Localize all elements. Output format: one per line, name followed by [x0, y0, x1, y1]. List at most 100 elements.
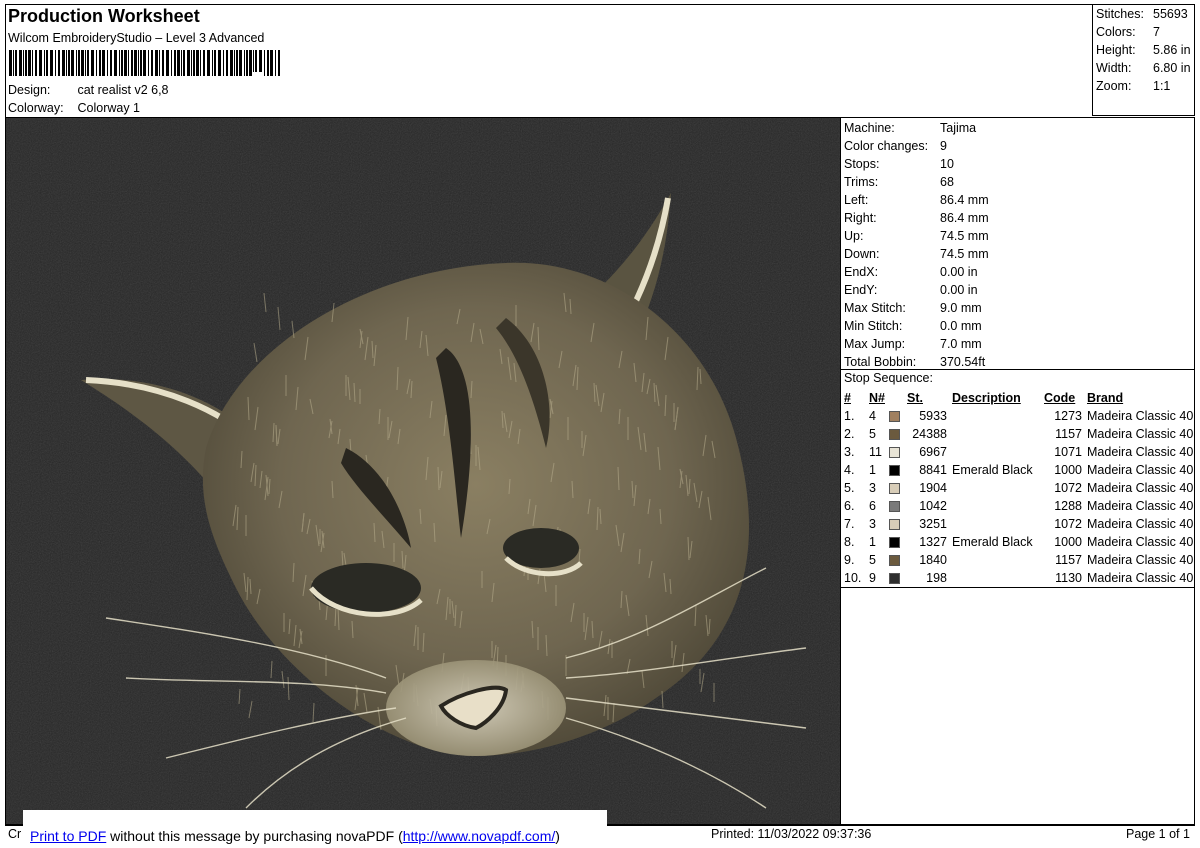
col-header-code: Code [1044, 391, 1076, 405]
detail-max-jump: Max Jump: 7.0 mm [844, 337, 982, 351]
row-brand: Madeira Classic 40 [1087, 571, 1194, 585]
row-brand: Madeira Classic 40 [1087, 481, 1194, 495]
row-swatch [889, 479, 907, 497]
row-brand: Madeira Classic 40 [1087, 535, 1194, 549]
row-code: 1288 [1054, 499, 1082, 513]
row-swatch [889, 497, 907, 515]
row-code: 1273 [1054, 409, 1082, 423]
color-swatch [889, 429, 900, 441]
row-stitches: 8841 [919, 463, 947, 477]
row-index: 6. [844, 499, 855, 513]
row-brand: Madeira Classic 40 [1087, 517, 1194, 531]
design-label: Design: [8, 83, 51, 97]
row-description [952, 569, 1044, 587]
row-stitches: 1840 [919, 553, 947, 567]
detail-min-stitch: Min Stitch: 0.0 mm [844, 319, 982, 333]
row-swatch [889, 515, 907, 533]
table-divider [841, 587, 1195, 588]
detail-endy: EndY: 0.00 in [844, 283, 978, 297]
table-row: 5. 3 1904 1072 Madeira Classic 40 [842, 479, 1193, 497]
color-swatch [889, 501, 900, 513]
row-description [952, 425, 1044, 443]
color-swatch [889, 573, 900, 585]
detail-down: Down: 74.5 mm [844, 247, 989, 261]
row-description: Emerald Black [952, 535, 1033, 549]
detail-left: Left: 86.4 mm [844, 193, 989, 207]
detail-right: Right: 86.4 mm [844, 211, 989, 225]
row-index: 4. [844, 463, 855, 477]
detail-max-stitch: Max Stitch: 9.0 mm [844, 301, 982, 315]
table-header-row: # N# St. Description Code Brand [842, 389, 1193, 407]
detail-endx: EndX: 0.00 in [844, 265, 978, 279]
row-stitches: 1042 [919, 499, 947, 513]
stop-sequence-table: # N# St. Description Code Brand 1. 4 5933 1… [842, 389, 1193, 587]
row-description [952, 515, 1044, 533]
row-swatch [889, 533, 907, 551]
row-description: Emerald Black [952, 463, 1033, 477]
row-index: 3. [844, 445, 855, 459]
machine-details: Machine: Tajima Color changes: 9 Stops: 10 … [844, 119, 989, 371]
row-code: 1072 [1054, 517, 1082, 531]
color-swatch [889, 537, 900, 549]
row-stitches: 24388 [912, 427, 947, 441]
col-header-description: Description [952, 391, 1021, 405]
row-needle: 9 [869, 571, 876, 585]
row-needle: 1 [869, 463, 876, 477]
row-needle: 5 [869, 427, 876, 441]
detail-up: Up: 74.5 mm [844, 229, 989, 243]
colorway-row: Colorway: Colorway 1 [8, 101, 140, 115]
novapdf-url-link[interactable]: http://www.novapdf.com/ [403, 828, 556, 844]
row-code: 1000 [1054, 535, 1082, 549]
row-stitches: 198 [926, 571, 947, 585]
row-needle: 4 [869, 409, 876, 423]
row-stitches: 1327 [919, 535, 947, 549]
row-needle: 3 [869, 517, 876, 531]
row-brand: Madeira Classic 40 [1087, 409, 1194, 423]
col-header-needle: N# [869, 391, 885, 405]
color-swatch [889, 465, 900, 477]
colorway-label: Colorway: [8, 101, 64, 115]
banner-middle-text: without this message by purchasing novaP… [106, 828, 403, 844]
summary-box: Stitches: 55693 Colors: 7 Height: 5.86 in W… [1092, 4, 1195, 116]
row-code: 1000 [1054, 463, 1082, 477]
row-index: 2. [844, 427, 855, 441]
col-header-stitches: St. [907, 391, 923, 405]
row-index: 9. [844, 553, 855, 567]
row-stitches: 3251 [919, 517, 947, 531]
banner-end-text: ) [555, 828, 560, 844]
row-code: 1071 [1054, 445, 1082, 459]
column-divider [840, 117, 841, 825]
row-swatch [889, 551, 907, 569]
row-needle: 5 [869, 553, 876, 567]
table-row: 6. 6 1042 1288 Madeira Classic 40 [842, 497, 1193, 515]
cat-embroidery-image [6, 118, 840, 824]
row-index: 1. [844, 409, 855, 423]
summary-stitches: Stitches: 55693 [1096, 7, 1188, 21]
col-header-brand: Brand [1087, 391, 1124, 405]
color-swatch [889, 447, 900, 459]
row-swatch [889, 443, 907, 461]
page-number: Page 1 of 1 [1126, 827, 1190, 841]
barcode-image [9, 50, 280, 76]
row-code: 1072 [1054, 481, 1082, 495]
table-row: 4. 1 8841 Emerald Black 1000 Madeira Classic … [842, 461, 1193, 479]
summary-height: Height: 5.86 in [1096, 43, 1191, 57]
table-row: 7. 3 3251 1072 Madeira Classic 40 [842, 515, 1193, 533]
row-description [952, 497, 1044, 515]
print-to-pdf-link[interactable]: Print to PDF [30, 828, 106, 844]
design-value: cat realist v2 6,8 [77, 83, 169, 97]
row-brand: Madeira Classic 40 [1087, 499, 1194, 513]
row-swatch [889, 569, 907, 587]
table-row: 2. 5 24388 1157 Madeira Classic 40 [842, 425, 1193, 443]
row-swatch [889, 461, 907, 479]
design-row: Design: cat realist v2 6,8 [8, 83, 169, 97]
row-brand: Madeira Classic 40 [1087, 463, 1194, 477]
detail-stops: Stops: 10 [844, 157, 954, 171]
table-row: 3. 11 6967 1071 Madeira Classic 40 [842, 443, 1193, 461]
colorway-value: Colorway 1 [77, 101, 141, 115]
row-needle: 1 [869, 535, 876, 549]
summary-zoom: Zoom: 1:1 [1096, 79, 1171, 93]
table-row: 1. 4 5933 1273 Madeira Classic 40 [842, 407, 1193, 425]
footer-left-text: Cr [8, 827, 22, 841]
detail-machine: Machine: Tajima [844, 121, 977, 135]
